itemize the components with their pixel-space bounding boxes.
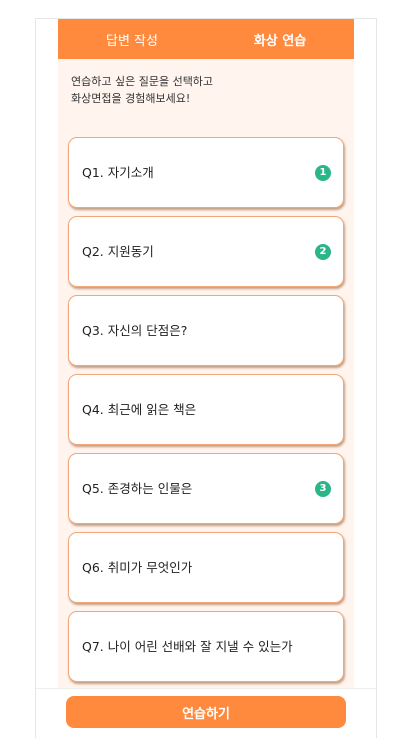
question-panel: 연습하고 싶은 질문을 선택하고 화상면접을 경험해보세요! Q1. 자기소개 … [58,59,354,738]
app-frame: 답변 작성 화상 연습 연습하고 싶은 질문을 선택하고 화상면접을 경험해보세… [35,18,377,738]
selection-order-badge: 1 [315,165,331,181]
bottom-action-bar: 연습하기 [36,688,376,738]
question-label: Q3. 자신의 단점은? [82,323,188,338]
question-card-5[interactable]: Q5. 존경하는 인물은 3 [68,453,344,524]
question-card-3[interactable]: Q3. 자신의 단점은? [68,295,344,366]
question-card-4[interactable]: Q4. 최근에 읽은 책은 [68,374,344,445]
intro-line-1: 연습하고 싶은 질문을 선택하고 [71,75,214,88]
question-label: Q1. 자기소개 [82,165,154,180]
question-label: Q4. 최근에 읽은 책은 [82,402,197,417]
tab-video-practice[interactable]: 화상 연습 [206,19,354,59]
practice-button[interactable]: 연습하기 [66,696,346,728]
tab-answer-writing[interactable]: 답변 작성 [58,19,206,59]
selection-order-badge: 3 [315,481,331,497]
question-card-1[interactable]: Q1. 자기소개 1 [68,137,344,208]
question-label: Q6. 취미가 무엇인가 [82,560,193,575]
question-label: Q5. 존경하는 인물은 [82,481,193,496]
intro-line-2: 화상면접을 경험해보세요! [71,92,191,105]
intro-text: 연습하고 싶은 질문을 선택하고 화상면접을 경험해보세요! [71,73,341,107]
question-card-7[interactable]: Q7. 나이 어린 선배와 잘 지낼 수 있는가 [68,611,344,682]
question-card-6[interactable]: Q6. 취미가 무엇인가 [68,532,344,603]
selection-order-badge: 2 [315,244,331,260]
tab-bar: 답변 작성 화상 연습 [58,19,354,59]
question-label: Q7. 나이 어린 선배와 잘 지낼 수 있는가 [82,639,293,654]
question-label: Q2. 지원동기 [82,244,154,259]
question-card-2[interactable]: Q2. 지원동기 2 [68,216,344,287]
